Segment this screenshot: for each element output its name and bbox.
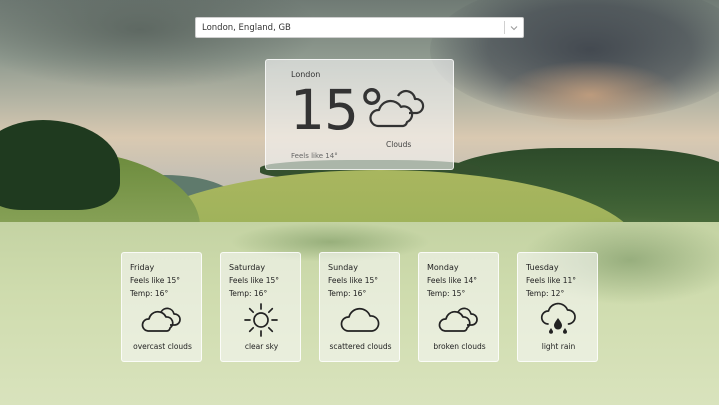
forecast-feels-like: Feels like 15° — [130, 276, 181, 285]
forecast-feels-like: Feels like 15° — [229, 276, 280, 285]
forecast-card: Tuesday Feels like 11° Temp: 12° light r… — [517, 252, 598, 362]
forecast-description: overcast clouds — [133, 342, 192, 351]
forecast-description: clear sky — [244, 342, 279, 351]
overcast-clouds-icon — [141, 302, 183, 338]
forecast-temp: Temp: 16° — [130, 289, 169, 298]
clouds-icon — [368, 86, 430, 132]
chevron-down-icon[interactable] — [505, 18, 523, 37]
cloud-icon — [339, 302, 381, 338]
forecast-card: Sunday Feels like 15° Temp: 16° scattere… — [319, 252, 400, 362]
sun-icon — [240, 302, 282, 338]
forecast-feels-like: Feels like 15° — [328, 276, 379, 285]
forecast-description: scattered clouds — [329, 342, 392, 351]
forecast-day: Tuesday — [526, 263, 559, 272]
forecast-card: Monday Feels like 14° Temp: 15° broken c… — [418, 252, 499, 362]
forecast-day: Monday — [427, 263, 459, 272]
location-select-value[interactable]: London, England, GB — [196, 23, 504, 33]
forecast-day: Saturday — [229, 263, 266, 272]
forecast-day: Friday — [130, 263, 155, 272]
forecast-day: Sunday — [328, 263, 358, 272]
current-feels-like: Feels like 14° — [291, 152, 338, 160]
forecast-description: light rain — [541, 342, 576, 351]
forecast-feels-like: Feels like 11° — [526, 276, 577, 285]
forecast-temp: Temp: 15° — [427, 289, 466, 298]
current-weather-card: London 15° Feels like 14° Clouds — [265, 59, 454, 170]
forecast-temp: Temp: 12° — [526, 289, 565, 298]
rain-icon — [537, 302, 579, 338]
current-description: Clouds — [386, 140, 412, 149]
forecast-card: Saturday Feels like 15° Temp: 16° clear … — [220, 252, 301, 362]
forecast-feels-like: Feels like 14° — [427, 276, 478, 285]
location-select[interactable]: London, England, GB — [195, 17, 524, 38]
forecast-description: broken clouds — [433, 342, 486, 351]
forecast-temp: Temp: 16° — [328, 289, 367, 298]
broken-clouds-icon — [438, 302, 480, 338]
forecast-temp: Temp: 16° — [229, 289, 268, 298]
forecast-card: Friday Feels like 15° Temp: 16° overcast… — [121, 252, 202, 362]
